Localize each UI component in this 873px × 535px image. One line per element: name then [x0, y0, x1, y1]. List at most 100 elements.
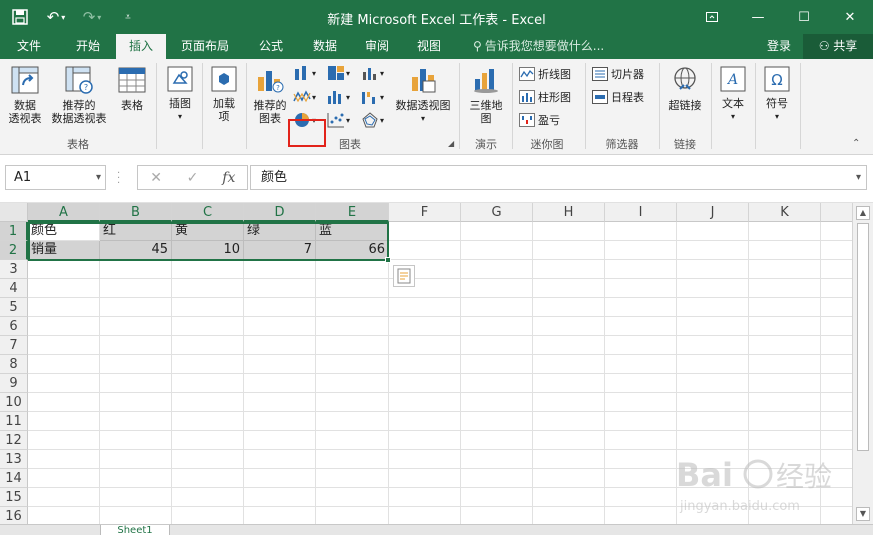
cell-e1[interactable]: 蓝	[316, 222, 389, 241]
empty-cell[interactable]	[821, 222, 852, 241]
insert-function-icon[interactable]: fx	[211, 170, 247, 186]
empty-cell[interactable]	[172, 260, 244, 279]
quick-analysis-button[interactable]	[393, 265, 415, 287]
ribbon-display-icon[interactable]	[689, 0, 735, 34]
row-header[interactable]: 13	[0, 450, 28, 469]
empty-cell[interactable]	[389, 298, 461, 317]
empty-cell[interactable]	[244, 298, 316, 317]
cell-a1[interactable]: 颜色	[28, 222, 100, 241]
cell-a2[interactable]: 销量	[28, 241, 100, 260]
empty-cell[interactable]	[533, 450, 605, 469]
empty-cell[interactable]	[677, 431, 749, 450]
row-header[interactable]: 9	[0, 374, 28, 393]
empty-cell[interactable]	[821, 298, 852, 317]
empty-cell[interactable]	[244, 488, 316, 507]
empty-cell[interactable]	[316, 374, 389, 393]
empty-cell[interactable]	[389, 393, 461, 412]
empty-cell[interactable]	[677, 279, 749, 298]
empty-cell[interactable]	[389, 450, 461, 469]
empty-cell[interactable]	[605, 450, 677, 469]
empty-cell[interactable]	[28, 412, 100, 431]
waterfall-chart-button[interactable]: ▾	[360, 88, 384, 106]
cell-d1[interactable]: 绿	[244, 222, 316, 241]
column-header[interactable]: F	[389, 203, 461, 222]
login-button[interactable]: 登录	[767, 34, 791, 59]
empty-cell[interactable]	[749, 222, 821, 241]
hyperlink-button[interactable]: 超链接	[664, 65, 706, 112]
slicer-button[interactable]: 切片器	[592, 65, 644, 83]
empty-cell[interactable]	[605, 355, 677, 374]
empty-cell[interactable]	[749, 507, 821, 524]
empty-cell[interactable]	[172, 279, 244, 298]
empty-cell[interactable]	[461, 298, 533, 317]
empty-cell[interactable]	[316, 260, 389, 279]
empty-cell[interactable]	[533, 488, 605, 507]
row-header[interactable]: 14	[0, 469, 28, 488]
empty-cell[interactable]	[244, 393, 316, 412]
empty-cell[interactable]	[172, 317, 244, 336]
empty-cell[interactable]	[821, 431, 852, 450]
empty-cell[interactable]	[749, 374, 821, 393]
empty-cell[interactable]	[533, 431, 605, 450]
empty-cell[interactable]	[605, 488, 677, 507]
column-header[interactable]: J	[677, 203, 749, 222]
empty-cell[interactable]	[677, 374, 749, 393]
empty-cell[interactable]	[605, 469, 677, 488]
empty-cell[interactable]	[389, 241, 461, 260]
empty-cell[interactable]	[172, 488, 244, 507]
empty-cell[interactable]	[172, 507, 244, 524]
tell-me-box[interactable]: ⚲ 告诉我您想要做什么...	[473, 34, 604, 59]
row-header[interactable]: 3	[0, 260, 28, 279]
addins-button[interactable]: 加载 项	[206, 65, 242, 123]
empty-cell[interactable]	[677, 507, 749, 524]
tab-formulas[interactable]: 公式	[247, 34, 295, 59]
empty-cell[interactable]	[533, 298, 605, 317]
empty-cell[interactable]	[677, 450, 749, 469]
empty-cell[interactable]	[749, 469, 821, 488]
empty-cell[interactable]	[821, 450, 852, 469]
empty-cell[interactable]	[461, 374, 533, 393]
empty-cell[interactable]	[244, 260, 316, 279]
empty-cell[interactable]	[244, 469, 316, 488]
empty-cell[interactable]	[533, 355, 605, 374]
empty-cell[interactable]	[389, 336, 461, 355]
empty-cell[interactable]	[100, 469, 172, 488]
empty-cell[interactable]	[821, 507, 852, 524]
empty-cell[interactable]	[749, 431, 821, 450]
empty-cell[interactable]	[461, 431, 533, 450]
formula-input[interactable]: 颜色 ▾	[250, 165, 867, 190]
empty-cell[interactable]	[100, 488, 172, 507]
row-header[interactable]: 4	[0, 279, 28, 298]
3d-map-button[interactable]: 三维地 图	[464, 65, 508, 125]
symbols-button[interactable]: Ω 符号 ▾	[758, 65, 796, 123]
empty-cell[interactable]	[821, 279, 852, 298]
empty-cell[interactable]	[677, 241, 749, 260]
empty-cell[interactable]	[533, 222, 605, 241]
column-header[interactable]: D	[244, 203, 316, 222]
empty-cell[interactable]	[28, 279, 100, 298]
empty-cell[interactable]	[677, 222, 749, 241]
empty-cell[interactable]	[605, 336, 677, 355]
empty-cell[interactable]	[100, 393, 172, 412]
empty-cell[interactable]	[749, 450, 821, 469]
empty-cell[interactable]	[677, 488, 749, 507]
empty-cell[interactable]	[28, 450, 100, 469]
empty-cell[interactable]	[461, 317, 533, 336]
empty-cell[interactable]	[461, 412, 533, 431]
sheet-tab[interactable]: Sheet1	[100, 525, 170, 535]
cell-c2[interactable]: 10	[172, 241, 244, 260]
empty-cell[interactable]	[605, 241, 677, 260]
empty-cell[interactable]	[533, 507, 605, 524]
empty-cell[interactable]	[677, 355, 749, 374]
scroll-thumb[interactable]	[857, 223, 869, 451]
empty-cell[interactable]	[100, 450, 172, 469]
hierarchy-chart-button[interactable]: ▾	[326, 64, 350, 82]
empty-cell[interactable]	[100, 374, 172, 393]
empty-cell[interactable]	[172, 469, 244, 488]
empty-cell[interactable]	[533, 241, 605, 260]
sparkline-line-button[interactable]: 折线图	[519, 65, 571, 83]
redo-icon[interactable]: ↷ ▾	[80, 5, 104, 29]
select-all-corner[interactable]	[0, 203, 28, 222]
empty-cell[interactable]	[316, 431, 389, 450]
empty-cell[interactable]	[677, 260, 749, 279]
